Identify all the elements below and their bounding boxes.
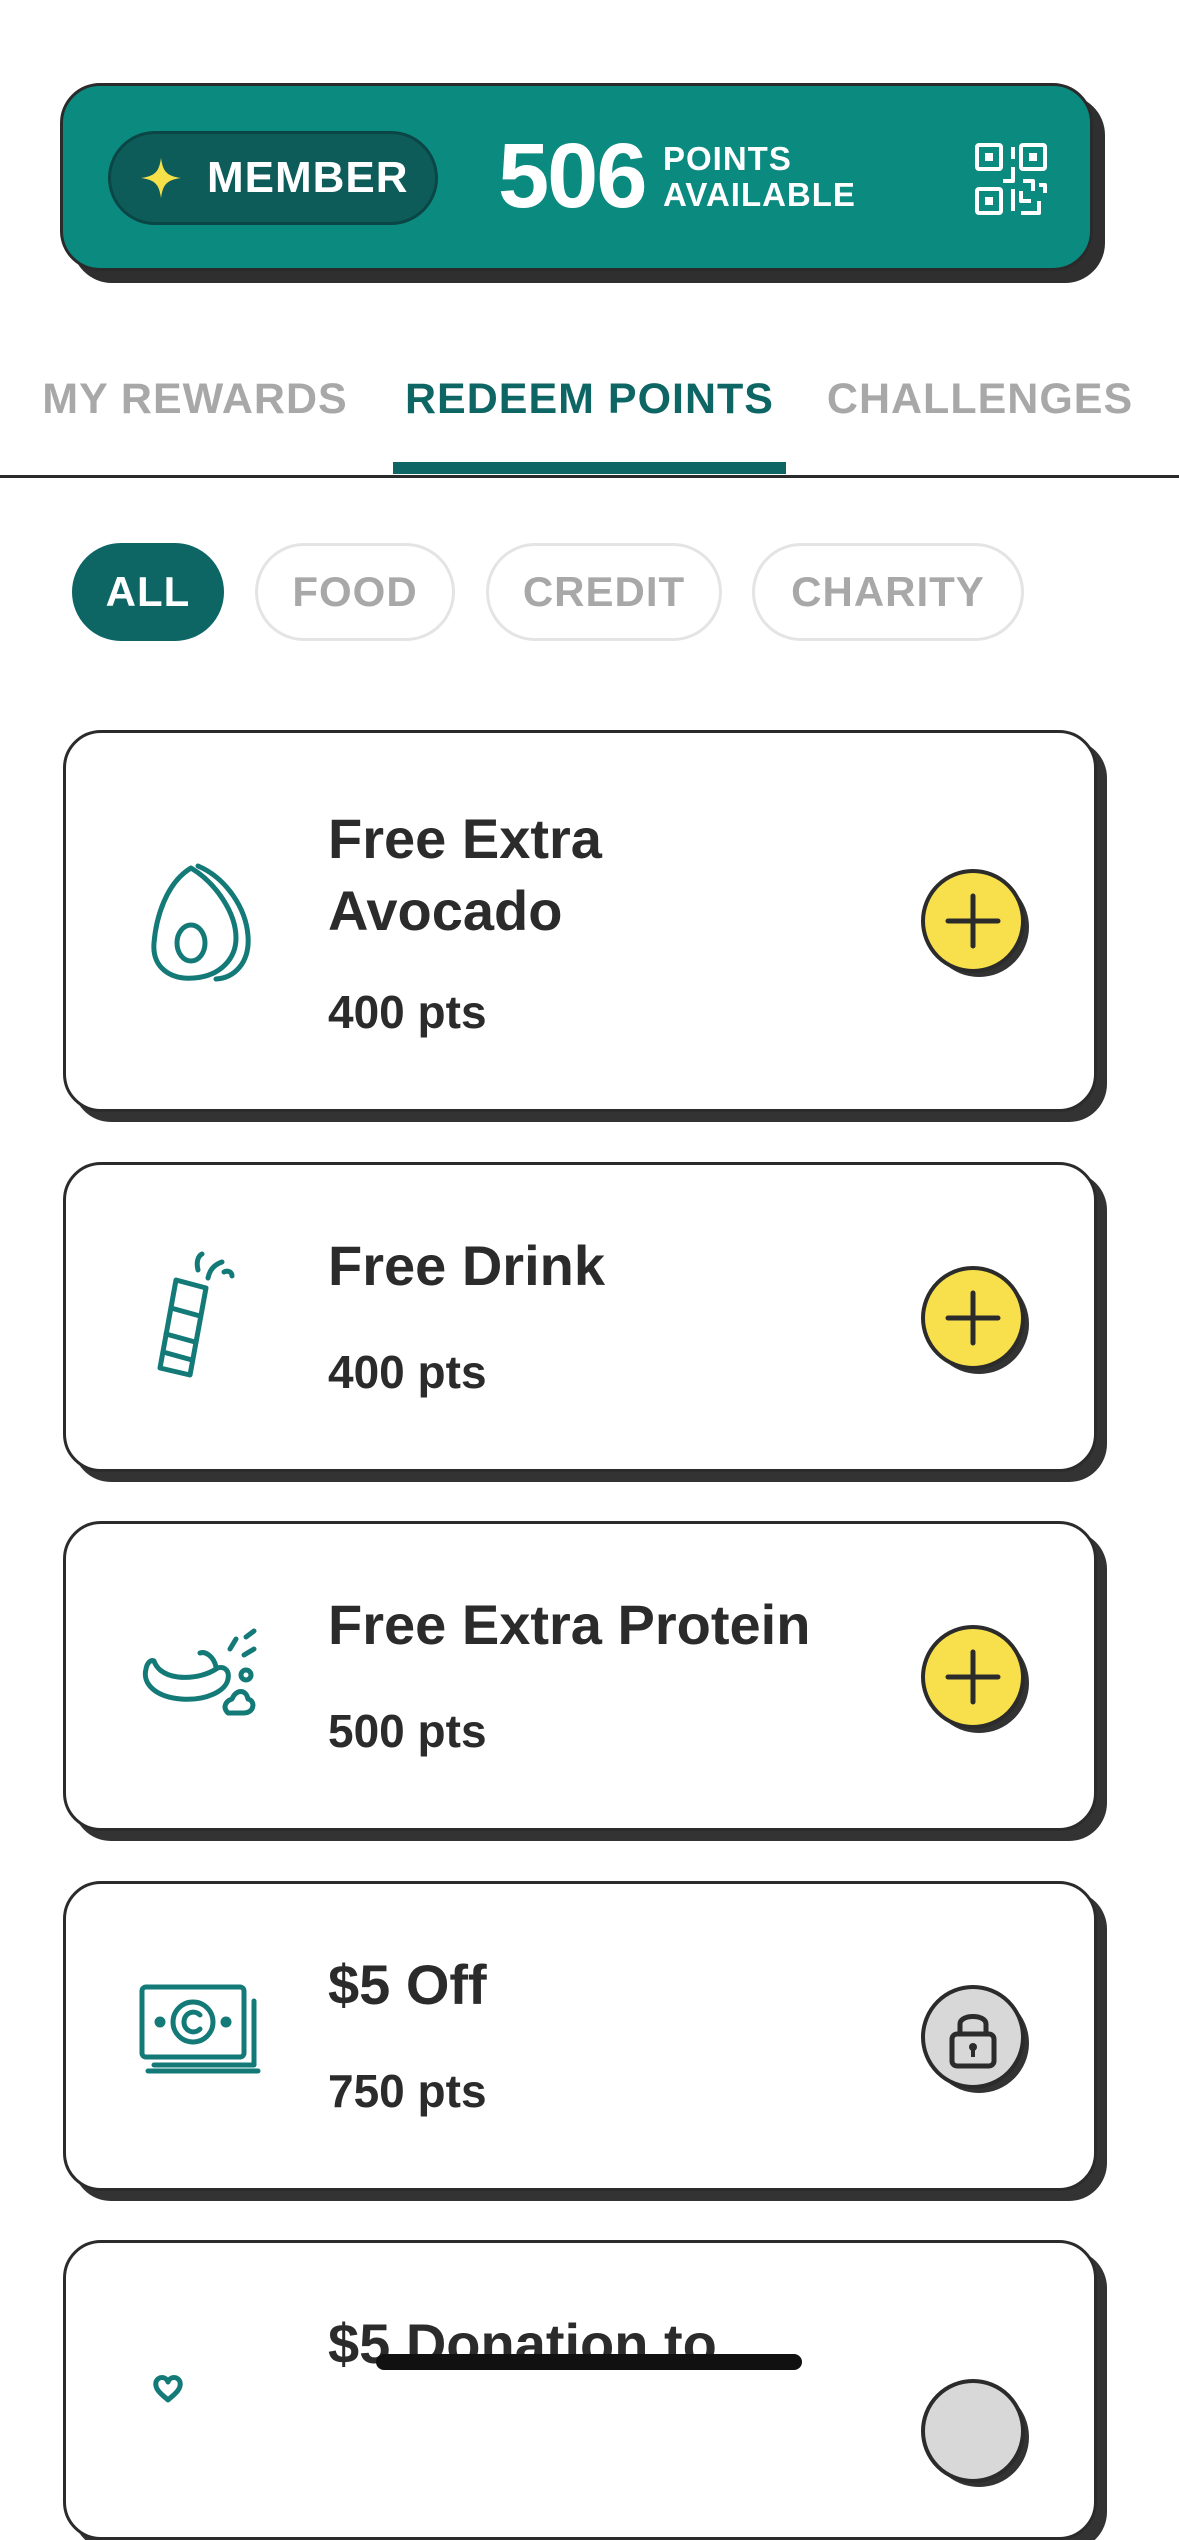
reward-title: Free Extra Avocado [328,803,602,947]
cash-icon [139,1984,261,2074]
filter-chip-all[interactable]: ALL [72,543,224,641]
tabs-divider [0,475,1179,478]
reward-card[interactable]: $5 Donation to [63,2240,1097,2540]
sparkle-icon [141,158,181,198]
tab-challenges[interactable]: CHALLENGES [827,370,1132,480]
soda-can-icon [157,1251,235,1378]
points-caption-line2: AVAILABLE [663,176,856,213]
reward-title: Free Extra Protein [328,1593,811,1656]
add-icon[interactable] [920,1624,1032,1736]
points-caption: POINTS AVAILABLE [663,141,856,213]
lock-icon[interactable] [920,2378,1032,2490]
active-tab-indicator [393,462,786,474]
add-icon[interactable] [920,868,1032,980]
points-balance: 506 [498,125,647,227]
member-badge[interactable]: MEMBER [108,131,438,225]
reward-title-line1: Free Extra [328,807,602,870]
reward-points: 750 pts [328,2065,487,2117]
reward-card[interactable]: Free Drink 400 pts [63,1162,1097,1472]
hand-heart-icon [153,2375,183,2403]
reward-title: $5 Off [328,1953,487,2016]
filter-chip-food[interactable]: FOOD [255,543,455,641]
home-indicator[interactable] [376,2354,802,2370]
rewards-tabs: MY REWARDS REDEEM POINTS CHALLENGES [0,370,1179,478]
add-icon[interactable] [920,1265,1032,1377]
member-label: MEMBER [207,153,409,202]
points-header-card: MEMBER 506 POINTS AVAILABLE [60,83,1093,271]
reward-title: Free Drink [328,1234,605,1297]
filter-chip-charity[interactable]: CHARITY [752,543,1024,641]
reward-card[interactable]: Free Extra Protein 500 pts [63,1521,1097,1831]
reward-points: 400 pts [328,986,487,1038]
points-caption-line1: POINTS [663,140,792,177]
avocado-icon [151,863,251,982]
tab-my-rewards[interactable]: MY REWARDS [40,370,350,480]
qr-code-icon[interactable] [973,141,1049,217]
reward-title-line2: Avocado [328,879,563,942]
reward-card[interactable]: $5 Off 750 pts [63,1881,1097,2191]
reward-points: 400 pts [328,1346,487,1398]
chicken-icon [142,1628,257,1716]
reward-card[interactable]: Free Extra Avocado 400 pts [63,730,1097,1112]
reward-points: 500 pts [328,1705,487,1757]
lock-icon[interactable] [920,1984,1032,2096]
filter-chip-credit[interactable]: CREDIT [486,543,722,641]
